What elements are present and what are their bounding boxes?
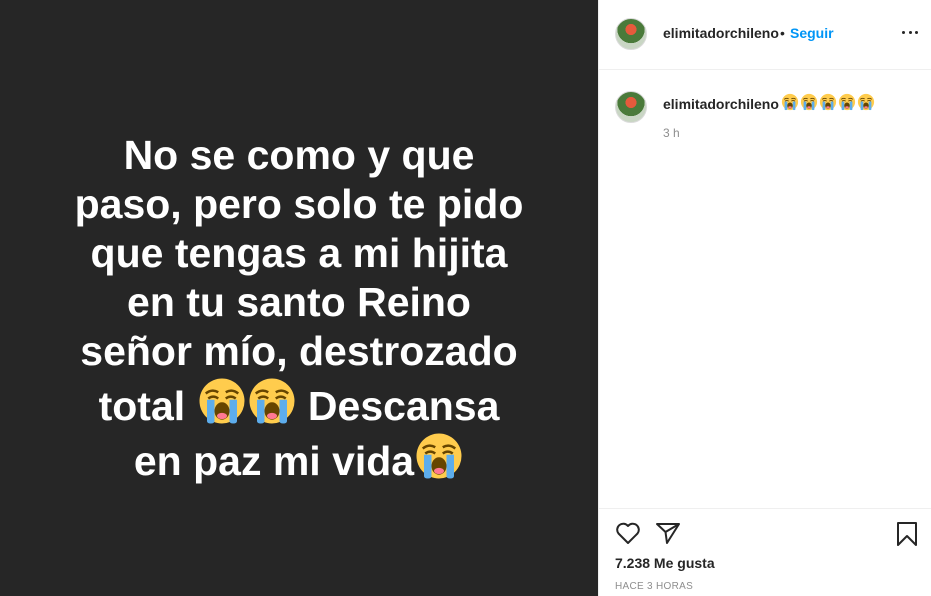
avatar[interactable]: [615, 18, 647, 50]
avatar[interactable]: [615, 91, 647, 123]
post-timestamp[interactable]: HACE 3 HORAS: [615, 581, 693, 592]
post-text-fragment: en paz mi vida: [133, 437, 415, 484]
loudly-crying-face-icon: [197, 376, 247, 426]
more-options-icon[interactable]: [902, 22, 918, 42]
bookmark-icon[interactable]: [896, 521, 918, 547]
likes-count[interactable]: 7.238 Me gusta: [615, 555, 715, 571]
post-header: elimitadorchileno • Seguir: [599, 0, 931, 70]
loudly-crying-face-icon: [781, 93, 799, 111]
post-text-line: No se como y que: [123, 131, 475, 178]
post-side-panel: elimitadorchileno • Seguir elimitadorchi…: [598, 0, 931, 596]
caption-emojis: [781, 93, 875, 111]
post-text-line: en paz mi vida: [19, 431, 579, 486]
post-text-fragment: Descansa: [296, 382, 500, 429]
loudly-crying-face-icon: [414, 431, 464, 481]
post-text-line: señor mío, destrozado: [80, 327, 518, 374]
caption-time[interactable]: 3 h: [663, 126, 680, 140]
heart-icon[interactable]: [615, 521, 641, 545]
header-username[interactable]: elimitadorchileno: [663, 25, 779, 41]
separator-dot: •: [780, 25, 785, 41]
post-text-line: paso, pero solo te pido: [74, 180, 524, 227]
post-text-line: que tengas a mi hijita: [90, 229, 508, 276]
caption-username[interactable]: elimitadorchileno: [663, 96, 779, 112]
post-image[interactable]: No se como y que paso, pero solo te pido…: [0, 0, 598, 596]
loudly-crying-face-icon: [838, 93, 856, 111]
instagram-post-view: No se como y que paso, pero solo te pido…: [0, 0, 931, 596]
loudly-crying-face-icon: [800, 93, 818, 111]
post-actions: 7.238 Me gusta HACE 3 HORAS: [599, 508, 931, 596]
loudly-crying-face-icon: [247, 376, 297, 426]
loudly-crying-face-icon: [857, 93, 875, 111]
post-text-line: en tu santo Reino: [127, 278, 471, 325]
follow-button[interactable]: Seguir: [790, 25, 834, 41]
paper-plane-icon[interactable]: [655, 521, 681, 545]
post-text-line: total Descansa: [19, 376, 579, 431]
post-text-fragment: total: [98, 382, 197, 429]
loudly-crying-face-icon: [819, 93, 837, 111]
post-image-text: No se como y que paso, pero solo te pido…: [19, 131, 579, 486]
